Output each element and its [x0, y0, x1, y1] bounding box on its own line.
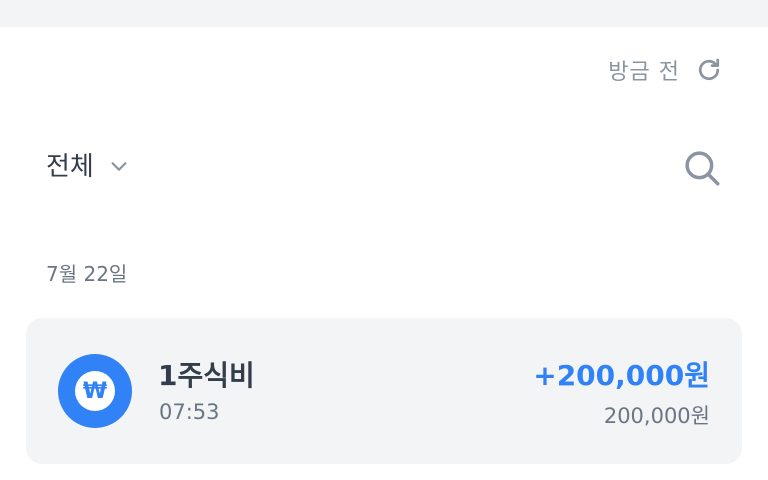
filter-dropdown[interactable]: 전체 — [46, 146, 130, 183]
transaction-item[interactable]: ₩ 1주식비 07:53 +200,000원 200,000원 — [26, 318, 742, 464]
won-icon: ₩ — [58, 354, 132, 428]
filter-label: 전체 — [46, 152, 94, 182]
date-group-label: 7월 22일 — [46, 262, 128, 286]
search-icon — [681, 147, 723, 189]
transaction-amount: +200,000원 — [533, 359, 710, 392]
won-glyph: ₩ — [75, 371, 115, 411]
refresh-icon[interactable] — [694, 55, 724, 85]
top-strip — [0, 0, 768, 27]
refresh-control[interactable]: 방금 전 — [608, 52, 724, 88]
refresh-time-label: 방금 전 — [608, 60, 680, 85]
transaction-time: 07:53 — [159, 400, 220, 424]
chevron-down-icon — [108, 153, 130, 177]
search-button[interactable] — [680, 146, 724, 190]
transaction-title: 1주식비 — [158, 359, 255, 392]
transaction-balance: 200,000원 — [603, 404, 710, 428]
